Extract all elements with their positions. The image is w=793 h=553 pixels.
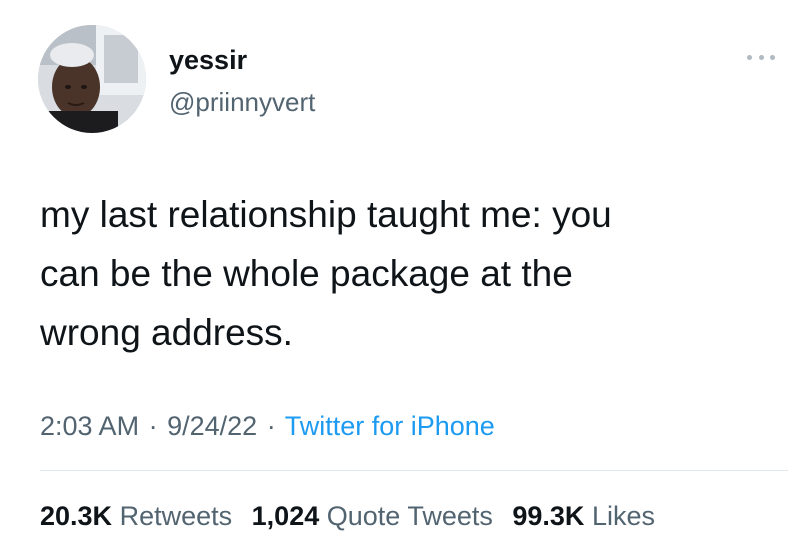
avatar[interactable] [38,25,146,133]
meta-separator: · [148,411,158,441]
quote-tweets-stat[interactable]: 1,024 Quote Tweets [252,501,493,531]
divider [40,470,788,471]
tweet-time[interactable]: 2:03 AM [40,411,139,441]
quote-tweets-count: 1,024 [251,501,320,531]
tweet-text: my last relationship taught me: you can … [40,194,612,353]
tweet-date[interactable]: 9/24/22 [167,411,257,441]
more-dot [747,54,752,60]
retweets-count: 20.3K [40,501,113,531]
quote-tweets-label: Quote Tweets [326,501,493,531]
tweet-source-link[interactable]: Twitter for iPhone [285,411,495,441]
avatar-photo [38,25,146,133]
more-dot [770,54,775,60]
tweet-stats: 20.3K Retweets 1,024 Quote Tweets 99.3K … [40,496,655,536]
more-dot [758,54,764,60]
user-handle[interactable]: @priinnyvert [169,84,315,120]
retweets-label: Retweets [119,501,233,531]
meta-separator: · [266,411,276,441]
tweet-meta: 2:03 AM · 9/24/22 · Twitter for iPhone [40,406,495,446]
retweets-stat[interactable]: 20.3K Retweets [40,501,232,531]
likes-count: 99.3K [512,501,585,531]
likes-label: Likes [591,501,655,531]
display-name[interactable]: yessir [169,40,247,80]
likes-stat[interactable]: 99.3K Likes [512,501,655,531]
more-options-icon[interactable] [747,53,775,61]
